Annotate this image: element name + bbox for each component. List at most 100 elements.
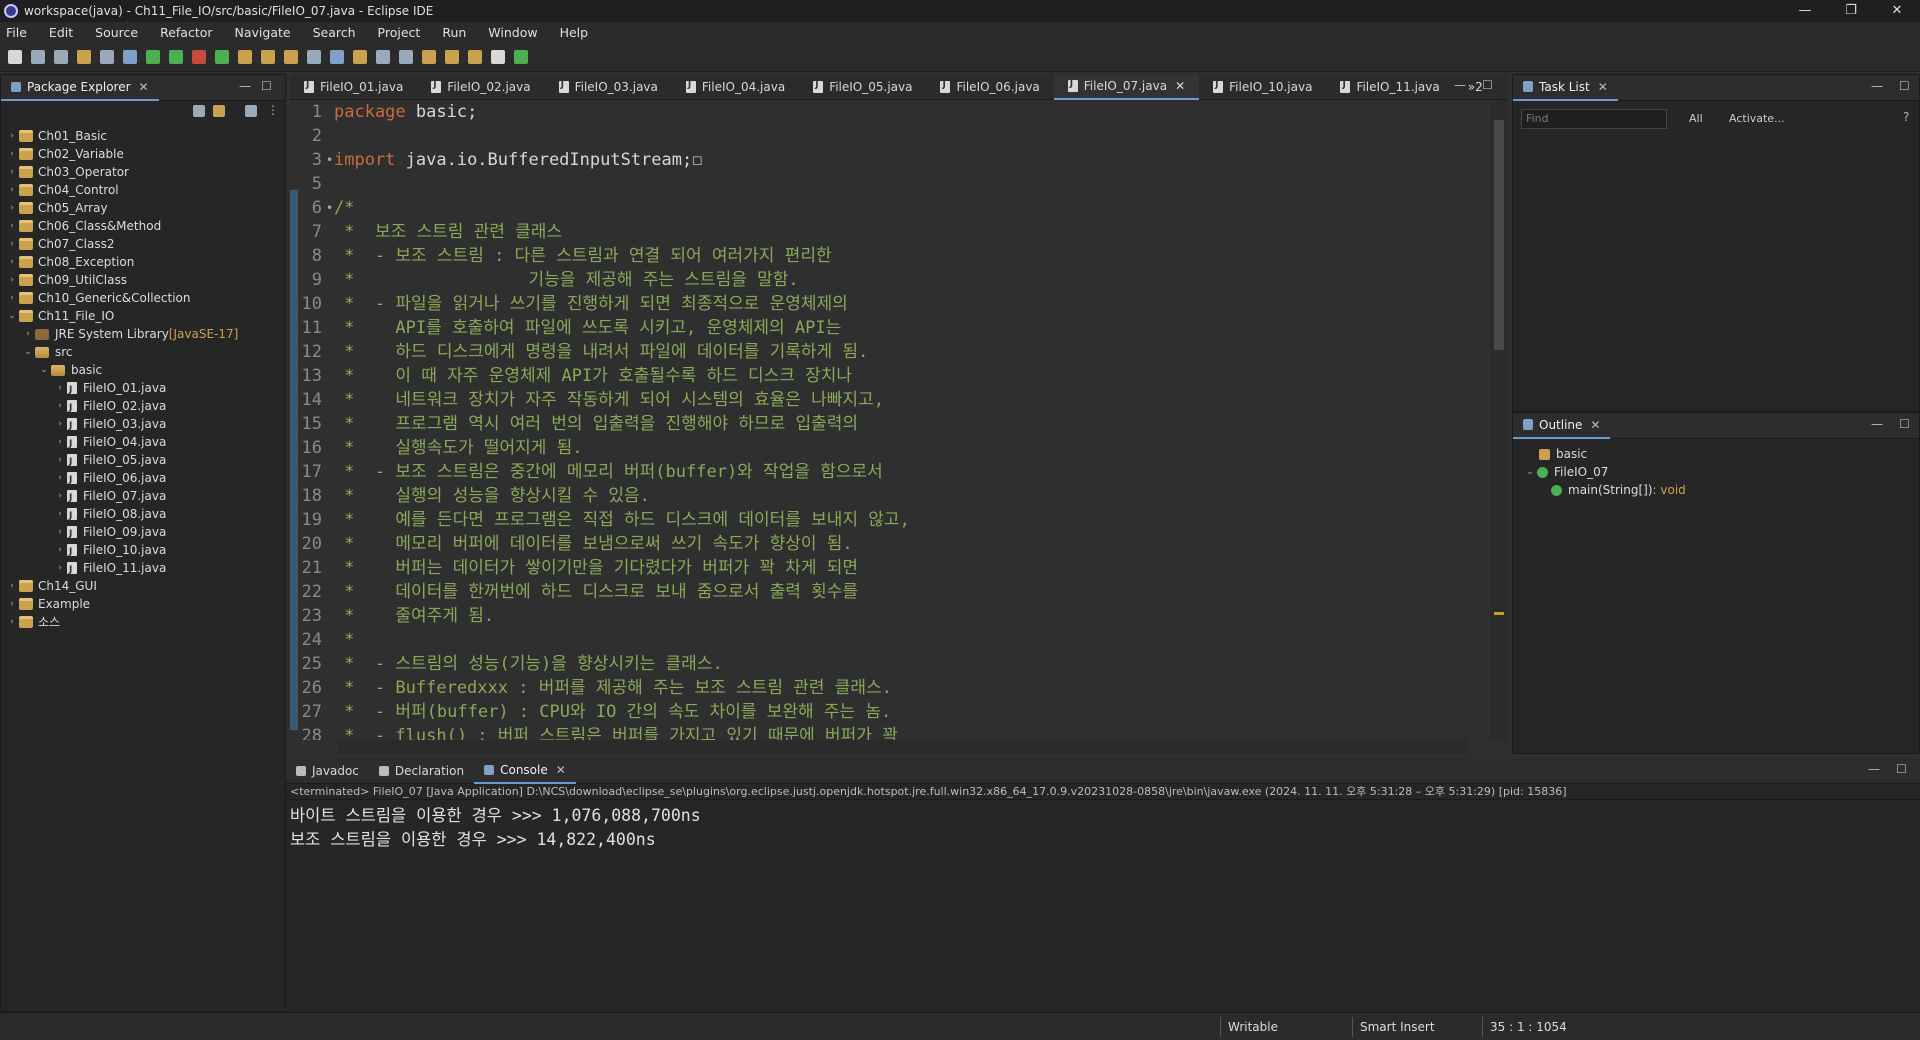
menu-refactor[interactable]: Refactor — [160, 25, 212, 40]
expand-toggle-icon[interactable]: › — [55, 487, 65, 505]
insert-mode-status[interactable]: Smart Insert — [1360, 1020, 1435, 1034]
tree-item[interactable]: › Ch05_Array — [1, 199, 285, 217]
toolbar-button-icon[interactable] — [77, 49, 91, 64]
editor-tab[interactable]: FileIO_07.java ✕ — [1053, 73, 1200, 100]
tree-item[interactable]: › Ch14_GUI — [1, 577, 285, 595]
menu-help[interactable]: Help — [560, 25, 589, 40]
restore-icon[interactable]: ❐ — [1828, 0, 1874, 22]
tree-item[interactable]: › FileIO_11.java — [1, 559, 285, 579]
expand-toggle-icon[interactable]: › — [7, 235, 17, 253]
tree-item[interactable]: › Ch04_Control — [1, 181, 285, 199]
minimize-view-icon[interactable]: — — [239, 79, 251, 93]
toolbar-button-icon[interactable] — [514, 49, 528, 64]
expand-toggle-icon[interactable]: › — [55, 379, 65, 397]
editor-vertical-scrollbar[interactable] — [1490, 100, 1508, 740]
tree-item[interactable]: › Ch06_Class&Method — [1, 217, 285, 235]
fold-marker-icon[interactable]: • — [326, 196, 334, 220]
tree-item[interactable]: › Ch08_Exception — [1, 253, 285, 271]
tab-declaration[interactable]: Declaration — [369, 758, 474, 784]
toolbar-button-icon[interactable] — [238, 49, 252, 64]
maximize-editor-icon[interactable]: ☐ — [1482, 78, 1493, 92]
collapse-all-icon[interactable] — [193, 105, 205, 117]
tab-console[interactable]: Console ✕ — [474, 758, 576, 784]
outline-item[interactable]: basic — [1513, 445, 1919, 463]
toolbar-button-icon[interactable] — [422, 49, 436, 64]
expand-toggle-icon[interactable]: › — [55, 541, 65, 559]
expand-toggle-icon[interactable]: › — [7, 127, 17, 145]
toolbar-button-icon[interactable] — [123, 49, 137, 64]
tree-item[interactable]: › Ch03_Operator — [1, 163, 285, 181]
toolbar-button-icon[interactable] — [169, 49, 183, 64]
scrollbar-thumb[interactable] — [1494, 120, 1504, 350]
menu-project[interactable]: Project — [378, 25, 421, 40]
expand-toggle-icon[interactable]: › — [7, 217, 17, 235]
toolbar-button-icon[interactable] — [445, 49, 459, 64]
tree-item[interactable]: ⌄ src — [1, 343, 285, 361]
activate-link[interactable]: Activate... — [1729, 112, 1785, 125]
tree-item[interactable]: › FileIO_01.java — [1, 379, 285, 399]
help-icon[interactable]: ? — [1903, 110, 1909, 124]
menu-navigate[interactable]: Navigate — [235, 25, 291, 40]
toolbar-button-icon[interactable] — [376, 49, 390, 64]
expand-toggle-icon[interactable]: ⌄ — [7, 307, 17, 325]
tree-item[interactable]: ⌄ basic — [1, 361, 285, 379]
expand-toggle-icon[interactable]: › — [55, 469, 65, 487]
minimize-view-icon[interactable]: — — [1868, 762, 1880, 776]
expand-toggle-icon[interactable]: › — [55, 523, 65, 541]
tree-item[interactable]: › FileIO_07.java — [1, 487, 285, 507]
toolbar-button-icon[interactable] — [261, 49, 275, 64]
maximize-view-icon[interactable]: ☐ — [261, 79, 272, 93]
menu-source[interactable]: Source — [95, 25, 138, 40]
toolbar-button-icon[interactable] — [215, 49, 229, 64]
tree-item[interactable]: › Ch07_Class2 — [1, 235, 285, 253]
tree-item[interactable]: › FileIO_09.java — [1, 523, 285, 543]
tree-item[interactable]: › Ch01_Basic — [1, 127, 285, 145]
minimize-icon[interactable]: — — [1782, 0, 1828, 22]
close-icon[interactable]: ✕ — [139, 80, 149, 94]
toolbar-button-icon[interactable] — [192, 49, 206, 64]
expand-toggle-icon[interactable]: › — [55, 415, 65, 433]
expand-toggle-icon[interactable]: › — [55, 505, 65, 523]
expand-toggle-icon[interactable]: › — [7, 253, 17, 271]
maximize-view-icon[interactable]: ☐ — [1899, 417, 1910, 431]
expand-toggle-icon[interactable]: › — [55, 433, 65, 451]
tree-item[interactable]: › FileIO_02.java — [1, 397, 285, 417]
toolbar-button-icon[interactable] — [468, 49, 482, 64]
editor-tab[interactable]: FileIO_06.java — [926, 74, 1053, 100]
toolbar-button-icon[interactable] — [399, 49, 413, 64]
tree-item[interactable]: › FileIO_05.java — [1, 451, 285, 471]
maximize-view-icon[interactable]: ☐ — [1896, 762, 1907, 776]
expand-toggle-icon[interactable]: › — [7, 163, 17, 181]
editor-tab[interactable]: FileIO_05.java — [799, 74, 926, 100]
tree-item[interactable]: › 소스 — [1, 613, 285, 631]
toolbar-button-icon[interactable] — [330, 49, 344, 64]
tree-item[interactable]: › Ch10_Generic&Collection — [1, 289, 285, 307]
tab-outline[interactable]: Outline ✕ — [1513, 413, 1611, 439]
expand-toggle-icon[interactable]: › — [7, 181, 17, 199]
expand-toggle-icon[interactable]: › — [7, 577, 17, 595]
minimize-view-icon[interactable]: — — [1871, 417, 1883, 431]
tab-javadoc[interactable]: Javadoc — [286, 758, 369, 784]
expand-toggle-icon[interactable]: › — [7, 289, 17, 307]
expand-toggle-icon[interactable]: › — [7, 595, 17, 613]
console-body[interactable]: <terminated> FileIO_07 [Java Application… — [286, 784, 1920, 1016]
close-icon[interactable]: ✕ — [1874, 0, 1920, 22]
link-with-editor-icon[interactable] — [213, 105, 225, 117]
tree-item[interactable]: › FileIO_08.java — [1, 505, 285, 525]
minimize-editor-icon[interactable]: — — [1454, 78, 1466, 92]
tree-item[interactable]: › Ch09_UtilClass — [1, 271, 285, 289]
tree-item[interactable]: › Ch02_Variable — [1, 145, 285, 163]
expand-toggle-icon[interactable]: ⌄ — [23, 343, 33, 361]
expand-toggle-icon[interactable]: › — [55, 559, 65, 577]
editor-tab[interactable]: FileIO_01.java — [290, 74, 417, 100]
toolbar-button-icon[interactable] — [100, 49, 114, 64]
expand-toggle-icon[interactable]: › — [7, 271, 17, 289]
close-icon[interactable]: ✕ — [1598, 80, 1608, 94]
tree-item[interactable]: › JRE System Library [JavaSE-17] — [1, 325, 285, 343]
close-icon[interactable]: ✕ — [1590, 418, 1600, 432]
expand-toggle-icon[interactable]: ⌄ — [1525, 463, 1535, 481]
toolbar-button-icon[interactable] — [31, 49, 45, 64]
tab-task-list[interactable]: Task List ✕ — [1513, 75, 1618, 101]
task-find-input[interactable]: Find — [1521, 109, 1667, 129]
close-icon[interactable]: ✕ — [556, 763, 566, 777]
